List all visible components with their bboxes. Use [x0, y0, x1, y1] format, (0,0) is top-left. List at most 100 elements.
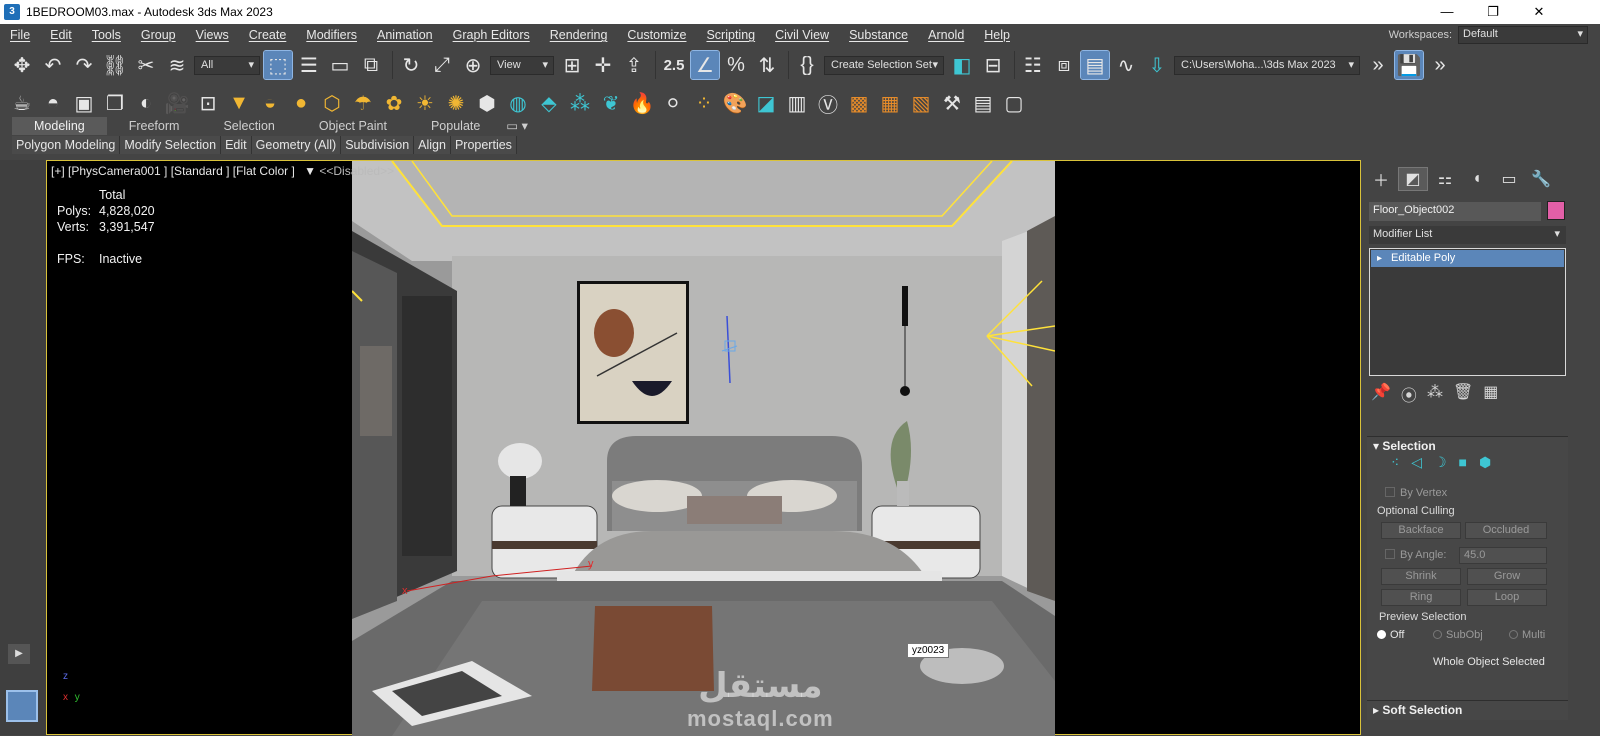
stack-item-editable-poly[interactable]: Editable Poly — [1371, 250, 1564, 267]
sphere-icon[interactable]: ◓ — [39, 89, 67, 117]
tab-modeling[interactable]: Modeling — [12, 117, 107, 135]
forest-pack-icon[interactable]: ▩ — [845, 89, 873, 117]
menu-customize[interactable]: Customize — [617, 28, 696, 42]
link-icon[interactable]: ⛓ — [101, 51, 129, 79]
configure-sets-icon[interactable]: ▦ — [1483, 382, 1498, 406]
grass-icon[interactable]: ❦ — [597, 89, 625, 117]
ribbon-options-icon[interactable]: ▭ ▾ — [502, 117, 532, 135]
tab-object-paint[interactable]: Object Paint — [297, 117, 409, 135]
named-selection-dropdown[interactable]: Create Selection Set — [824, 55, 944, 75]
selection-filter-dropdown[interactable]: All — [194, 55, 260, 75]
dome-light-icon[interactable]: ● — [287, 89, 315, 117]
layer-explorer-icon[interactable]: ⧈ — [1050, 51, 1078, 79]
polygon-icon[interactable]: ■ — [1459, 454, 1467, 471]
ribbon-align[interactable]: Align — [414, 136, 451, 154]
material-icon[interactable]: ◐ — [132, 89, 160, 117]
wireframe-icon[interactable]: ⬘ — [535, 89, 563, 117]
menu-scripting[interactable]: Scripting — [696, 28, 765, 42]
utilities-tab-icon[interactable]: 🔧 — [1527, 168, 1555, 190]
ring-button[interactable]: Ring — [1381, 589, 1461, 606]
sun-icon[interactable]: ☀ — [411, 89, 439, 117]
keyboard-shortcut-icon[interactable]: ⇪ — [620, 51, 648, 79]
vray-icon[interactable]: Ⓥ — [814, 89, 842, 117]
palette-icon[interactable]: 🎨 — [721, 89, 749, 117]
menu-group[interactable]: Group — [131, 28, 186, 42]
pin-stack-icon[interactable]: 📌 — [1371, 382, 1391, 406]
modify-tab-icon[interactable]: ◩ — [1398, 167, 1428, 191]
minimize-button[interactable]: — — [1424, 0, 1470, 24]
table-icon[interactable]: ▤ — [969, 89, 997, 117]
preview-off-radio[interactable] — [1377, 630, 1386, 639]
occluded-button[interactable]: Occluded — [1465, 522, 1547, 539]
select-by-name-icon[interactable]: ☰ — [295, 51, 323, 79]
ribbon-subdivision[interactable]: Subdivision — [341, 136, 415, 154]
by-vertex-option[interactable]: By Vertex — [1385, 487, 1447, 499]
photometric-light-icon[interactable]: ⬡ — [318, 89, 346, 117]
mirror-icon[interactable]: ◧ — [948, 51, 976, 79]
hierarchy-tab-icon[interactable]: ⚏ — [1431, 168, 1459, 190]
menu-substance[interactable]: Substance — [839, 28, 918, 42]
display-tab-icon[interactable]: ▭ — [1495, 168, 1523, 190]
teapot-icon[interactable]: ☕ — [8, 89, 36, 117]
border-icon[interactable]: ☽ — [1434, 454, 1447, 471]
spinner-snap-icon[interactable]: ⇅ — [753, 51, 781, 79]
tab-selection[interactable]: Selection — [201, 117, 296, 135]
by-angle-checkbox[interactable] — [1385, 549, 1395, 559]
remove-modifier-icon[interactable]: 🗑 — [1453, 382, 1473, 406]
menu-rendering[interactable]: Rendering — [540, 28, 618, 42]
selection-rollout-title[interactable]: ▾ Selection — [1367, 437, 1568, 455]
omni-light-icon[interactable]: ◒ — [256, 89, 284, 117]
project-path-dropdown[interactable]: C:\Users\Moha...\3ds Max 2023 — [1174, 55, 1360, 75]
toolbar-overflow-2-icon[interactable]: » — [1426, 51, 1454, 79]
edit-named-selection-icon[interactable]: {} — [793, 51, 821, 79]
angle-snap-icon[interactable]: ∠ — [690, 50, 720, 80]
menu-file[interactable]: File — [0, 28, 40, 42]
globe-icon[interactable]: ◍ — [504, 89, 532, 117]
viewport-filter-icon[interactable]: ▼ — [304, 164, 316, 178]
sunburst-icon[interactable]: ✺ — [442, 89, 470, 117]
sphere-material-icon[interactable]: ⚪ — [659, 89, 687, 117]
menu-views[interactable]: Views — [186, 28, 239, 42]
menu-graph-editors[interactable]: Graph Editors — [443, 28, 540, 42]
area-light-icon[interactable]: ✿ — [380, 89, 408, 117]
menu-help[interactable]: Help — [974, 28, 1020, 42]
edge-icon[interactable]: ◁ — [1411, 454, 1422, 471]
object-name-field[interactable]: Floor_Object002 — [1369, 202, 1541, 221]
pivot-center-icon[interactable]: ⊞ — [558, 51, 586, 79]
scene-explorer-icon[interactable]: ☷ — [1019, 51, 1047, 79]
soft-selection-title[interactable]: ▸ Soft Selection — [1367, 701, 1568, 719]
panel-icon[interactable]: ▢ — [1000, 89, 1028, 117]
backface-button[interactable]: Backface — [1381, 522, 1461, 539]
spot-light-icon[interactable]: ▼ — [225, 89, 253, 117]
angle-spinner[interactable]: 45.0 — [1459, 547, 1547, 564]
move-icon[interactable]: ✥ — [8, 51, 36, 79]
ribbon-geometry-all[interactable]: Geometry (All) — [251, 136, 342, 154]
batch-icon[interactable]: ▥ — [783, 89, 811, 117]
save-icon[interactable]: 💾 — [1394, 50, 1424, 80]
menu-animation[interactable]: Animation — [367, 28, 443, 42]
viewport-label-text[interactable]: [+] [PhysCamera001 ] [Standard ] [Flat C… — [51, 164, 295, 178]
select-manipulate-icon[interactable]: ✛ — [589, 51, 617, 79]
forest-lite-icon[interactable]: ▦ — [876, 89, 904, 117]
element-icon[interactable]: ⬢ — [1479, 454, 1491, 471]
unlink-icon[interactable]: ✂ — [132, 51, 160, 79]
viewport-layout-icon[interactable] — [6, 690, 38, 722]
forest-edit-icon[interactable]: ▧ — [907, 89, 935, 117]
menu-modifiers[interactable]: Modifiers — [296, 28, 367, 42]
vertex-icon[interactable]: ⁖ — [1391, 454, 1399, 471]
make-unique-icon[interactable]: ⁂ — [1427, 382, 1443, 406]
menu-edit[interactable]: Edit — [40, 28, 82, 42]
ribbon-toggle-icon[interactable]: ▤ — [1080, 50, 1110, 80]
percent-snap-icon[interactable]: % — [722, 51, 750, 79]
ribbon-properties[interactable]: Properties — [450, 136, 517, 154]
undo-icon[interactable]: ↶ — [39, 51, 67, 79]
menu-tools[interactable]: Tools — [82, 28, 131, 42]
tab-freeform[interactable]: Freeform — [107, 117, 202, 135]
create-tab-icon[interactable]: ＋ — [1367, 168, 1395, 190]
close-button[interactable]: ✕ — [1516, 0, 1562, 24]
by-vertex-checkbox[interactable] — [1385, 487, 1395, 497]
box-icon[interactable]: ▣ — [70, 89, 98, 117]
by-angle-option[interactable]: By Angle: — [1385, 549, 1446, 561]
camera-viewport[interactable]: y x [+] [PhysCamera001 ] [Standard ] [Fl… — [46, 160, 1361, 736]
ribbon-edit[interactable]: Edit — [221, 136, 252, 154]
